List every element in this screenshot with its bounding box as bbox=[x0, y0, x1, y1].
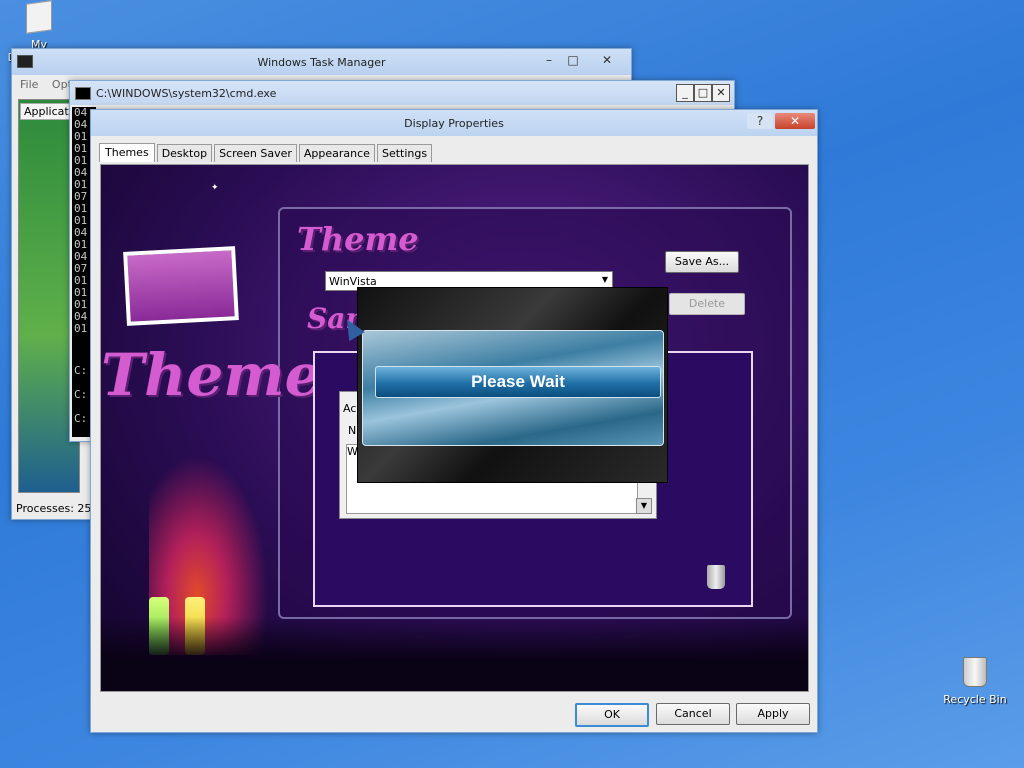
cmd-titlebar[interactable]: C:\WINDOWS\system32\cmd.exe _ □ ✕ bbox=[70, 81, 734, 105]
tab-appearance[interactable]: Appearance bbox=[298, 144, 375, 162]
help-button[interactable]: ? bbox=[747, 113, 773, 129]
please-wait-dialog: Please Wait bbox=[357, 287, 668, 483]
display-properties-title: Display Properties bbox=[404, 117, 504, 130]
task-manager-menu: File Opti bbox=[20, 78, 75, 91]
apply-button[interactable]: Apply bbox=[736, 703, 810, 725]
save-as-button[interactable]: Save As... bbox=[665, 251, 739, 273]
close-button[interactable]: ✕ bbox=[595, 52, 619, 68]
cmd-minimize-button[interactable]: _ bbox=[676, 84, 694, 102]
recycle-bin-label: Recycle Bin bbox=[943, 693, 1007, 706]
cancel-button[interactable]: Cancel bbox=[656, 703, 730, 725]
task-manager-titlebar[interactable]: Windows Task Manager – □ ✕ bbox=[12, 49, 631, 75]
cmd-app-icon bbox=[75, 87, 91, 100]
delete-button[interactable]: Delete bbox=[669, 293, 745, 315]
close-button[interactable]: ✕ bbox=[775, 113, 815, 129]
sample-column: N bbox=[348, 424, 357, 437]
maximize-button[interactable]: □ bbox=[561, 52, 585, 68]
tab-applications[interactable]: Applicati bbox=[20, 103, 76, 120]
menu-file[interactable]: File bbox=[20, 78, 38, 91]
ground-silhouette bbox=[101, 617, 808, 691]
tab-screen-saver[interactable]: Screen Saver bbox=[214, 144, 297, 162]
please-wait-message: Please Wait bbox=[375, 366, 661, 398]
ok-button[interactable]: OK bbox=[575, 703, 649, 727]
please-wait-panel: Please Wait bbox=[362, 330, 664, 446]
tree-picture-card bbox=[123, 246, 239, 326]
trash-icon bbox=[707, 565, 725, 589]
minimize-button[interactable]: – bbox=[537, 52, 561, 68]
cmd-close-button[interactable]: ✕ bbox=[712, 84, 730, 102]
recycle-bin-icon bbox=[963, 657, 987, 687]
tab-desktop[interactable]: Desktop bbox=[156, 144, 213, 162]
recycle-bin-shortcut[interactable]: Recycle Bin bbox=[942, 657, 1008, 706]
display-properties-titlebar[interactable]: Display Properties ? ✕ bbox=[91, 110, 817, 136]
sample-tab: Ac bbox=[343, 402, 357, 415]
documents-icon bbox=[26, 0, 52, 34]
cmd-maximize-button[interactable]: □ bbox=[694, 84, 712, 102]
processes-status: Processes: 25 bbox=[16, 502, 92, 515]
sample-scroll-arrow: ▼ bbox=[636, 498, 652, 514]
display-tabs: Themes Desktop Screen Saver Appearance S… bbox=[99, 143, 434, 162]
tab-themes[interactable]: Themes bbox=[99, 143, 155, 162]
theme-heading: Theme bbox=[297, 220, 419, 258]
cmd-title: C:\WINDOWS\system32\cmd.exe bbox=[96, 87, 277, 100]
star-sparkle: ✦ bbox=[211, 183, 219, 193]
tab-settings[interactable]: Settings bbox=[376, 144, 433, 162]
chevron-down-icon: ▼ bbox=[601, 275, 608, 284]
